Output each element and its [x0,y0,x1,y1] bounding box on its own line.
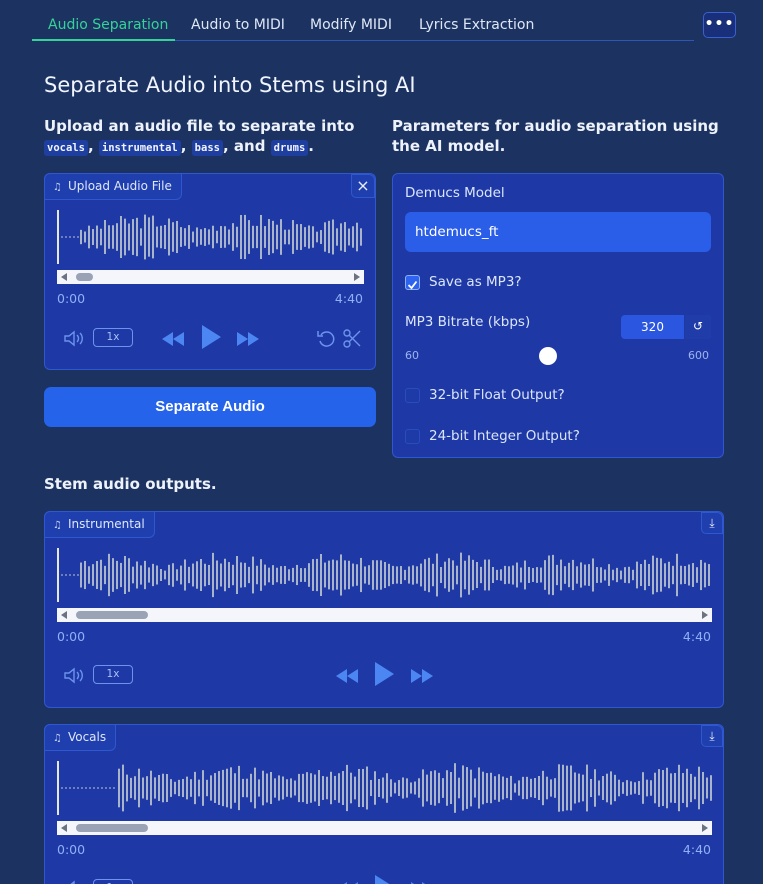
play-icon[interactable] [200,324,222,350]
scroll-right-icon[interactable] [354,273,360,281]
tab-audio-to-midi[interactable]: Audio to MIDI [191,17,285,33]
page-title: Separate Audio into Stems using AI [44,73,416,97]
tab-modify-midi[interactable]: Modify MIDI [310,17,392,33]
reset-icon[interactable]: ↺ [684,315,711,339]
time-start: 0:00 [57,629,86,644]
upload-label-text: Upload Audio File [67,179,172,193]
download-icon[interactable]: ⤓ [701,725,723,747]
fast-forward-icon[interactable] [236,331,260,347]
stem-drums-code: drums [270,140,309,156]
play-icon[interactable] [373,661,395,687]
mp3-bitrate-label: MP3 Bitrate (kbps) [405,314,531,330]
separate-audio-button[interactable]: Separate Audio [44,387,376,427]
music-note-icon: ♫ [53,182,62,193]
vocals-label-text: Vocals [67,730,107,744]
vocals-output-panel: ♫ Vocals ⤓ 0:00 4:40 1x [44,724,724,884]
float-output-label[interactable]: 32-bit Float Output? [429,387,565,403]
integer-output-checkbox[interactable] [405,429,420,444]
volume-icon[interactable] [63,330,85,347]
time-start: 0:00 [57,842,86,857]
integer-output-label[interactable]: 24-bit Integer Output? [429,428,580,444]
close-icon[interactable]: × [351,174,375,198]
time-start: 0:00 [57,291,86,306]
waveform[interactable] [57,548,712,602]
time-end: 4:40 [334,291,363,306]
mp3-bitrate-number[interactable]: 320 ↺ [621,315,711,339]
playback-rate-button[interactable]: 1x [93,879,133,884]
undo-icon[interactable] [316,329,336,348]
volume-icon[interactable] [63,667,85,684]
instrumental-output-panel: ♫ Instrumental ⤓ 0:00 4:40 1x [44,511,724,708]
scroll-thumb[interactable] [76,273,93,281]
outputs-title: Stem audio outputs. [44,475,217,493]
scroll-left-icon[interactable] [61,824,67,832]
mp3-bitrate-slider-thumb[interactable] [539,347,557,365]
volume-icon[interactable] [63,880,85,884]
rewind-icon[interactable] [161,331,185,347]
vocals-label: ♫ Vocals [44,724,117,751]
tab-bar: Audio Separation Audio to MIDI Modify MI… [32,10,694,41]
separator: , and [222,137,266,155]
music-note-icon: ♫ [53,520,62,531]
time-end: 4:40 [682,629,711,644]
music-note-icon: ♫ [53,733,62,744]
float-output-checkbox[interactable] [405,388,420,403]
playback-rate-button[interactable]: 1x [93,665,133,684]
waveform-scrollbar[interactable] [57,821,712,835]
trim-scissors-icon[interactable] [343,329,362,348]
demucs-model-label: Demucs Model [405,185,505,201]
checkmark-icon [407,280,418,290]
waveform[interactable] [57,761,712,815]
separator: , [180,137,187,155]
stem-instrumental-code: instrumental [98,140,181,156]
waveform-scrollbar[interactable] [57,608,712,622]
upload-audio-panel: ♫ Upload Audio File × 0:00 4:40 1x [44,173,376,370]
demucs-model-input[interactable]: htdemucs_ft [405,212,711,252]
stem-bass-code: bass [191,140,223,156]
rewind-icon[interactable] [335,668,359,684]
bitrate-min: 60 [405,349,419,362]
instrumental-label: ♫ Instrumental [44,511,155,538]
time-end: 4:40 [682,842,711,857]
active-tab-indicator [32,39,175,41]
params-description: Parameters for audio separation using th… [392,117,719,155]
upload-label: ♫ Upload Audio File [44,173,182,200]
tab-audio-separation[interactable]: Audio Separation [48,17,168,33]
separator: , [87,137,94,155]
fast-forward-icon[interactable] [410,668,434,684]
upload-description: Upload an audio file to separate into vo… [44,116,379,158]
separator: . [308,137,314,155]
tab-lyrics-extraction[interactable]: Lyrics Extraction [419,17,534,33]
scroll-right-icon[interactable] [702,611,708,619]
waveform-scrollbar[interactable] [57,270,364,284]
play-icon[interactable] [373,874,395,884]
scroll-left-icon[interactable] [61,611,67,619]
scroll-thumb[interactable] [76,611,148,619]
download-icon[interactable]: ⤓ [701,512,723,534]
bitrate-max: 600 [688,349,709,362]
save-mp3-label[interactable]: Save as MP3? [429,274,522,290]
instrumental-label-text: Instrumental [67,517,145,531]
scroll-thumb[interactable] [76,824,148,832]
save-mp3-checkbox[interactable] [405,275,420,290]
mp3-bitrate-value[interactable]: 320 [621,315,684,339]
scroll-right-icon[interactable] [702,824,708,832]
more-menu-button[interactable]: ••• [703,12,736,38]
playback-rate-button[interactable]: 1x [93,328,133,347]
waveform[interactable] [57,210,364,264]
upload-description-text: Upload an audio file to separate into [44,117,355,135]
scroll-left-icon[interactable] [61,273,67,281]
stem-vocals-code: vocals [44,140,88,156]
